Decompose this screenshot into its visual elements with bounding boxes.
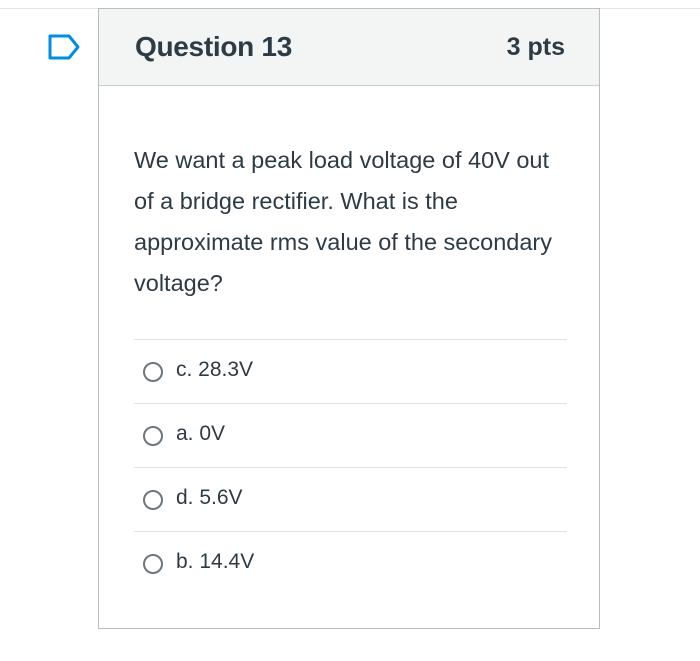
answer-label: d. 5.6V: [176, 486, 243, 509]
question-text: We want a peak load voltage of 40V out o…: [134, 147, 552, 296]
question-points: 3 pts: [506, 33, 565, 61]
radio-unselected-icon[interactable]: [143, 490, 163, 510]
answer-option-a[interactable]: a. 0V: [134, 403, 567, 467]
question-title: Question 13: [135, 31, 292, 62]
flag-question-icon[interactable]: [47, 34, 81, 60]
answer-option-c[interactable]: c. 28.3V: [134, 339, 567, 403]
answer-label: a. 0V: [176, 422, 226, 445]
question-header: Question 13 3 pts: [99, 9, 599, 86]
radio-unselected-icon[interactable]: [143, 554, 163, 574]
answer-option-d[interactable]: d. 5.6V: [134, 467, 567, 531]
radio-unselected-icon[interactable]: [143, 362, 163, 382]
answer-option-b[interactable]: b. 14.4V: [134, 531, 567, 595]
quiz-page: Question 13 3 pts We want a peak load vo…: [0, 0, 700, 661]
answer-label: b. 14.4V: [176, 550, 255, 573]
radio-unselected-icon[interactable]: [143, 426, 163, 446]
answer-label: c. 28.3V: [176, 358, 254, 381]
answer-list: c. 28.3V a. 0V d. 5.6V b. 14.4V: [134, 339, 567, 595]
question-card: Question 13 3 pts We want a peak load vo…: [98, 8, 600, 629]
